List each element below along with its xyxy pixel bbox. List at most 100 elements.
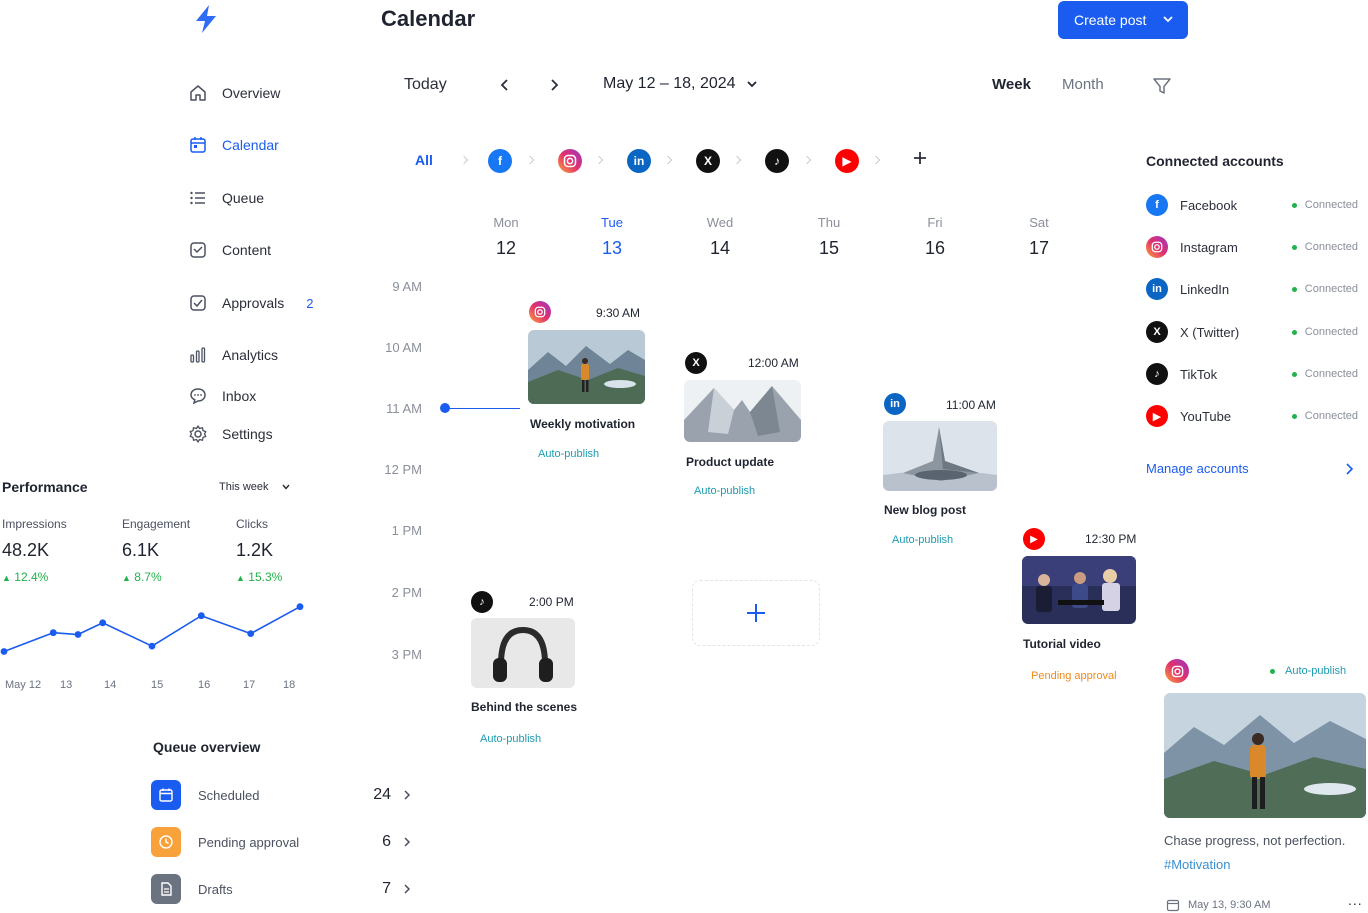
post-card-weekly-motivation[interactable]: 9:30 AM Weekly motivation Auto-publish bbox=[528, 300, 648, 460]
account-row-facebook[interactable]: f Facebook Connected bbox=[1146, 193, 1358, 217]
tiktok-icon: ♪ bbox=[1146, 363, 1168, 385]
day-number[interactable]: 17 bbox=[1009, 238, 1069, 259]
metric-value: 6.1K bbox=[122, 540, 160, 560]
post-card-behind-the-scenes[interactable]: ♪ 2:00 PM Behind the scenes Auto-publish bbox=[470, 590, 590, 750]
separator-chevron bbox=[663, 155, 673, 165]
day-number[interactable]: 15 bbox=[799, 238, 859, 259]
chevron-left-icon bbox=[500, 79, 508, 91]
sidebar-item-settings[interactable]: Settings bbox=[188, 422, 273, 446]
preview-status: Auto-publish bbox=[1270, 665, 1346, 677]
queue-row-pending-approval[interactable]: Pending approval 6 bbox=[151, 827, 411, 857]
sidebar-item-content[interactable]: Content bbox=[188, 238, 271, 262]
data-point[interactable] bbox=[74, 631, 82, 638]
day-name: Fri bbox=[927, 215, 943, 230]
sidebar-item-calendar[interactable]: Calendar bbox=[188, 133, 279, 157]
post-card-new-blog-post[interactable]: in 11:00 AM New blog post Auto-publish bbox=[883, 392, 1003, 552]
data-point[interactable] bbox=[296, 603, 304, 611]
data-point[interactable] bbox=[99, 619, 107, 627]
sidebar-item-queue[interactable]: Queue bbox=[188, 186, 264, 210]
manage-accounts-link[interactable]: Manage accounts bbox=[1146, 461, 1354, 476]
date-range-picker[interactable]: May 12 – 18, 2024 bbox=[603, 75, 758, 93]
queue-row-scheduled[interactable]: Scheduled 24 bbox=[151, 780, 411, 810]
sidebar-item-label: Overview bbox=[222, 85, 281, 101]
metric-delta-value: 15.3% bbox=[248, 570, 283, 584]
data-point[interactable] bbox=[148, 642, 156, 650]
chevron-right-icon bbox=[404, 837, 411, 847]
filter-icon bbox=[1153, 78, 1171, 94]
add-network-button[interactable] bbox=[912, 150, 928, 171]
time-label: 12 PM bbox=[384, 462, 422, 477]
filter-facebook-icon[interactable]: f bbox=[488, 149, 512, 173]
account-status: Connected bbox=[1291, 368, 1358, 380]
performance-title: Performance bbox=[2, 479, 88, 495]
day-number-today[interactable]: 13 bbox=[582, 238, 642, 259]
account-row-instagram[interactable]: Instagram Connected bbox=[1146, 235, 1358, 259]
document-icon bbox=[151, 874, 181, 904]
data-point[interactable] bbox=[49, 629, 57, 637]
account-row-youtube[interactable]: ▶ YouTube Connected bbox=[1146, 404, 1358, 428]
filter-tiktok-icon[interactable]: ♪ bbox=[765, 149, 789, 173]
queue-row-drafts[interactable]: Drafts 7 bbox=[151, 874, 411, 904]
account-status: Connected bbox=[1291, 241, 1358, 253]
metric-label: Clicks bbox=[236, 517, 268, 531]
day-number[interactable]: 12 bbox=[476, 238, 536, 259]
facebook-icon: f bbox=[1146, 194, 1168, 216]
sidebar-item-inbox[interactable]: Inbox bbox=[188, 384, 256, 408]
post-card-product-update[interactable]: X 12:00 AM Product update Auto-publish bbox=[684, 350, 804, 500]
day-number[interactable]: 14 bbox=[690, 238, 750, 259]
account-row-x[interactable]: X X (Twitter) Connected bbox=[1146, 320, 1358, 344]
filter-linkedin-icon[interactable]: in bbox=[627, 149, 651, 173]
instagram-icon bbox=[529, 301, 551, 323]
metric-label: Impressions bbox=[2, 517, 67, 531]
create-post-button[interactable]: Create post bbox=[1058, 1, 1188, 39]
sidebar-item-label: Analytics bbox=[222, 347, 279, 363]
data-point[interactable] bbox=[197, 612, 205, 620]
post-time: 11:00 AM bbox=[946, 398, 996, 412]
filter-button[interactable] bbox=[1152, 76, 1172, 101]
app-logo[interactable] bbox=[192, 4, 220, 39]
add-post-slot[interactable] bbox=[692, 580, 820, 646]
sidebar-item-overview[interactable]: Overview bbox=[188, 81, 280, 105]
day-number[interactable]: 16 bbox=[905, 238, 965, 259]
post-thumbnail bbox=[1022, 556, 1136, 624]
x-axis-label: 13 bbox=[60, 679, 73, 691]
filter-instagram-icon[interactable] bbox=[558, 149, 582, 173]
post-title: Tutorial video bbox=[1023, 637, 1101, 651]
queue-count: 7 bbox=[382, 880, 391, 897]
clock-icon bbox=[151, 827, 181, 857]
sidebar-item-approvals[interactable]: Approvals 2 bbox=[188, 291, 314, 315]
filter-youtube-icon[interactable]: ▶ bbox=[835, 149, 859, 173]
time-label: 9 AM bbox=[392, 279, 422, 294]
filter-all[interactable]: All bbox=[415, 152, 433, 168]
more-options-icon[interactable]: ... bbox=[1348, 892, 1363, 908]
preview-hashtag[interactable]: #Motivation bbox=[1164, 857, 1230, 872]
post-card-tutorial-video[interactable]: ▶ 12:30 PM Tutorial video Pending approv… bbox=[1021, 527, 1141, 687]
time-label: 11 AM bbox=[386, 401, 422, 416]
next-week-button[interactable] bbox=[547, 78, 561, 97]
youtube-icon: ▶ bbox=[1146, 405, 1168, 427]
view-week-tab[interactable]: Week bbox=[992, 76, 1031, 93]
prev-week-button[interactable] bbox=[498, 78, 512, 97]
sidebar-item-analytics[interactable]: Analytics bbox=[188, 343, 278, 367]
linkedin-icon: in bbox=[884, 393, 906, 415]
account-row-linkedin[interactable]: in LinkedIn Connected bbox=[1146, 277, 1358, 301]
account-row-tiktok[interactable]: ♪ TikTok Connected bbox=[1146, 362, 1358, 386]
post-title: Weekly motivation bbox=[530, 417, 636, 431]
data-point[interactable] bbox=[247, 630, 255, 637]
performance-range-select[interactable]: This week bbox=[219, 481, 291, 493]
post-time: 12:00 AM bbox=[748, 356, 799, 370]
chevron-right-icon bbox=[404, 884, 411, 894]
day-name: Wed bbox=[706, 215, 734, 230]
post-thumbnail bbox=[528, 330, 645, 404]
filter-x-icon[interactable]: X bbox=[696, 149, 720, 173]
data-point[interactable] bbox=[0, 648, 8, 655]
post-preview[interactable]: Auto-publish Chase progress, not perfect… bbox=[1162, 656, 1366, 913]
view-month-tab[interactable]: Month bbox=[1062, 76, 1104, 93]
post-status-tag: Auto-publish bbox=[892, 534, 954, 546]
metric-delta-value: 12.4% bbox=[14, 570, 49, 584]
chevron-down-icon[interactable] bbox=[1162, 12, 1174, 28]
chevron-down-icon bbox=[281, 484, 290, 490]
chevron-right-icon bbox=[404, 790, 411, 800]
sidebar-item-label: Calendar bbox=[222, 137, 279, 153]
today-button[interactable]: Today bbox=[404, 76, 447, 94]
